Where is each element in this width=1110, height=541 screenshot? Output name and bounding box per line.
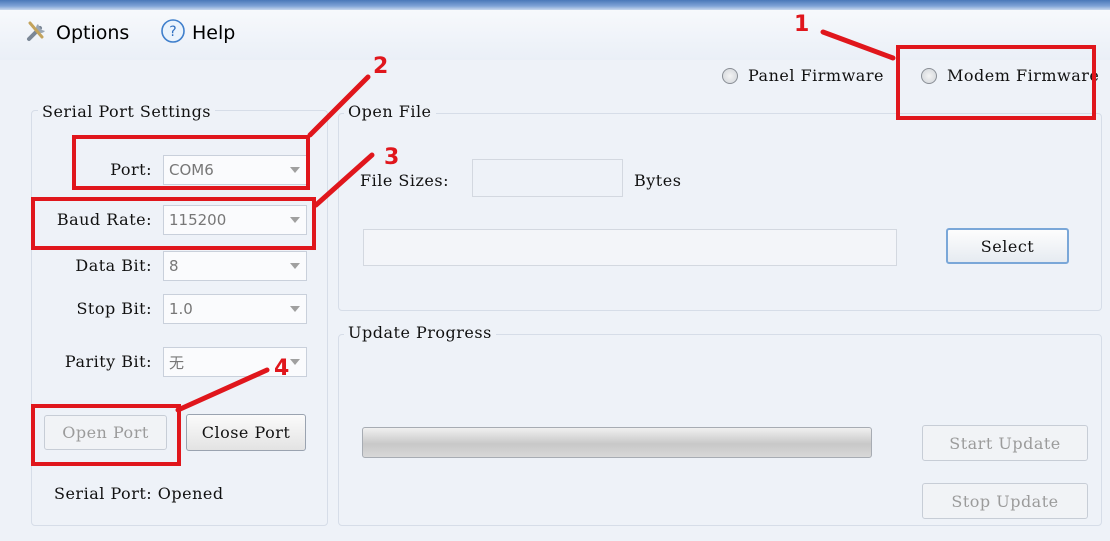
file-size-field [472, 159, 623, 197]
start-update-button[interactable]: Start Update [922, 425, 1088, 461]
callout-number-3: 3 [384, 145, 400, 170]
chevron-down-icon [284, 295, 306, 323]
modem-firmware-radio[interactable]: Modem Firmware [921, 66, 1099, 85]
data-bit-value: 8 [169, 257, 179, 275]
help-circle-icon: ? [160, 18, 186, 49]
panel-firmware-radio[interactable]: Panel Firmware [722, 66, 884, 85]
parity-bit-label: Parity Bit: [64, 352, 152, 371]
data-bit-label: Data Bit: [75, 256, 152, 275]
stop-bit-select[interactable]: 1.0 [163, 294, 307, 324]
stop-bit-label: Stop Bit: [76, 299, 152, 318]
radio-circle [921, 67, 937, 84]
menu-help[interactable]: ? Help [160, 18, 235, 48]
window-top-strip [0, 0, 1110, 10]
panel-firmware-label: Panel Firmware [748, 66, 884, 85]
radio-circle [722, 67, 738, 84]
stop-update-button[interactable]: Stop Update [922, 483, 1088, 519]
baud-rate-label: Baud Rate: [56, 210, 152, 229]
select-file-button[interactable]: Select [946, 228, 1069, 264]
port-label: Port: [110, 160, 152, 179]
chevron-down-icon [284, 206, 306, 234]
callout-number-4: 4 [274, 356, 290, 381]
file-path-input[interactable] [363, 229, 897, 266]
parity-bit-value: 无 [169, 353, 185, 372]
baud-rate-value: 115200 [169, 211, 227, 229]
file-sizes-label: File Sizes: [360, 171, 449, 190]
baud-rate-select[interactable]: 115200 [163, 205, 307, 235]
menu-options-label: Options [56, 22, 130, 44]
close-port-button[interactable]: Close Port [186, 414, 306, 451]
data-bit-select[interactable]: 8 [163, 251, 307, 281]
port-value: COM6 [169, 161, 214, 179]
open-file-group [338, 113, 1102, 311]
stop-bit-value: 1.0 [169, 300, 193, 318]
modem-firmware-label: Modem Firmware [947, 66, 1100, 85]
update-progress-bar [362, 427, 872, 458]
port-select[interactable]: COM6 [163, 155, 307, 185]
menu-options[interactable]: Options [26, 18, 129, 48]
serial-settings-title: Serial Port Settings [38, 102, 216, 121]
bytes-label: Bytes [634, 171, 682, 190]
open-file-title: Open File [344, 102, 436, 121]
update-progress-title: Update Progress [344, 323, 496, 342]
menu-help-label: Help [192, 22, 236, 44]
callout-number-1: 1 [794, 12, 810, 37]
open-port-button[interactable]: Open Port [44, 415, 167, 450]
svg-text:?: ? [169, 24, 176, 40]
chevron-down-icon [284, 156, 306, 184]
callout-number-2: 2 [373, 54, 389, 79]
chevron-down-icon [284, 252, 306, 280]
serial-port-status: Serial Port: Opened [54, 484, 224, 503]
tools-icon [26, 20, 50, 47]
